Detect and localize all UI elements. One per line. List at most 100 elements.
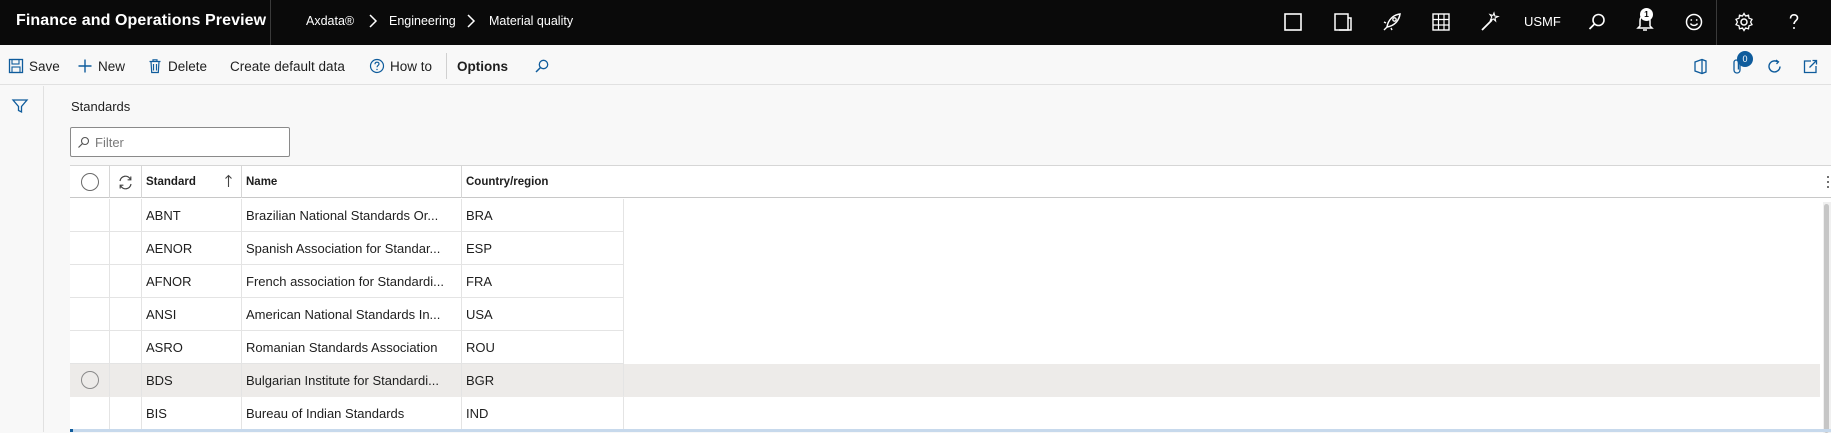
filter-search-box[interactable] [70,127,290,157]
standard-value: ASRO [146,340,183,355]
row-select-circle[interactable] [81,371,99,389]
table-row[interactable]: AFNOR French association for Standardi..… [70,265,1831,298]
save-floppy-icon [8,58,24,74]
help-circle-icon [369,58,385,74]
column-header-name[interactable]: Name [242,166,462,198]
top-navigation-bar: Finance and Operations Preview Axdata® E… [0,0,1831,45]
grid-header-row: Standard Name Country/region [70,166,1831,198]
app-title[interactable]: Finance and Operations Preview [16,12,266,30]
office-integration-icon[interactable] [1690,56,1710,76]
country-cell[interactable]: FRA [462,265,624,298]
table-row[interactable]: ABNT Brazilian National Standards Or... … [70,199,1831,232]
create-default-data-button[interactable]: Create default data [230,57,345,75]
filter-input[interactable] [95,133,285,151]
name-cell[interactable]: American National Standards In... [242,298,462,331]
standard-cell[interactable]: AFNOR [142,265,242,298]
row-select-cell[interactable] [70,397,110,430]
standard-cell[interactable]: BDS [142,364,242,397]
search-icon [535,59,549,73]
row-select-cell[interactable] [70,331,110,364]
options-tab[interactable]: Options [457,57,508,75]
standards-grid: Standard Name Country/region ABNT Brazil… [70,165,1831,433]
workspaces-icon[interactable] [1330,9,1356,35]
row-select-cell[interactable] [70,232,110,265]
section-title: Standards [71,99,131,114]
help-question-icon[interactable] [1781,9,1807,35]
name-value: Bureau of Indian Standards [246,406,405,421]
standard-cell[interactable]: AENOR [142,232,242,265]
save-button[interactable]: Save [8,57,60,75]
row-marker-cell [110,232,142,265]
country-cell[interactable]: USA [462,298,624,331]
new-button[interactable]: New [77,57,125,75]
country-cell[interactable]: ROU [462,331,624,364]
name-cell[interactable]: Spanish Association for Standar... [242,232,462,265]
how-to-button[interactable]: How to [369,57,432,75]
new-label: New [98,58,126,74]
country-cell[interactable]: IND [462,397,624,430]
gear-icon[interactable] [1731,9,1757,35]
name-value: Bulgarian Institute for Standardi... [246,373,439,388]
breadcrumb-item-engineering[interactable]: Engineering [389,14,456,28]
action-search-button[interactable] [534,57,555,75]
name-cell[interactable]: French association for Standardi... [242,265,462,298]
table-row[interactable]: AENOR Spanish Association for Standar...… [70,232,1831,265]
name-cell[interactable]: Bulgarian Institute for Standardi... [242,364,462,397]
breadcrumb-item-module-root[interactable]: Axdata® [306,14,354,28]
standard-cell[interactable]: ABNT [142,199,242,232]
row-select-cell[interactable] [70,199,110,232]
row-marker-cell [110,364,142,397]
open-new-window-icon[interactable] [1800,56,1820,76]
vertical-scrollbar-thumb[interactable] [1824,204,1829,433]
divider [1716,0,1717,45]
delete-label: Delete [168,58,208,74]
name-cell[interactable]: Romanian Standards Association [242,331,462,364]
chevron-right-icon [467,14,476,28]
delete-button[interactable]: Delete [147,57,207,75]
breadcrumb-item-material-quality[interactable]: Material quality [489,14,573,28]
smiley-feedback-icon[interactable] [1681,9,1707,35]
table-row[interactable]: ASRO Romanian Standards Association ROU [70,331,1831,364]
refresh-column-cell[interactable] [110,166,142,198]
row-marker-cell [110,265,142,298]
standard-value: BDS [146,373,173,388]
trash-icon [149,59,161,74]
country-cell[interactable]: BRA [462,199,624,232]
country-cell[interactable]: ESP [462,232,624,265]
row-select-cell[interactable] [70,364,110,397]
company-selector[interactable]: USMF [1524,14,1561,29]
row-select-cell[interactable] [70,265,110,298]
row-select-cell[interactable] [70,298,110,331]
refresh-icon[interactable] [1764,56,1784,76]
table-row[interactable]: BIS Bureau of Indian Standards IND [70,397,1831,430]
column-header-label: Name [246,176,278,188]
dashboard-square-icon[interactable] [1280,9,1306,35]
column-header-standard[interactable]: Standard [142,166,242,198]
standard-cell[interactable]: ANSI [142,298,242,331]
select-all-cell[interactable] [70,166,110,198]
name-value: Spanish Association for Standar... [246,241,441,256]
chevron-right-icon [369,14,378,28]
divider [270,0,271,45]
funnel-filter-icon[interactable] [11,97,29,115]
name-value: French association for Standardi... [246,274,444,289]
table-row-hovered[interactable]: BDS Bulgarian Institute for Standardi...… [70,364,1820,397]
more-vertical-icon[interactable] [1825,174,1831,190]
sync-refresh-icon[interactable] [117,174,134,191]
column-header-country-region[interactable]: Country/region [462,166,1831,198]
select-all-circle[interactable] [81,173,99,191]
name-cell[interactable]: Brazilian National Standards Or... [242,199,462,232]
rocket-icon[interactable] [1379,9,1405,35]
standard-cell[interactable]: ASRO [142,331,242,364]
standard-value: AENOR [146,241,193,256]
country-cell[interactable]: BGR [462,364,624,397]
grid-table-icon[interactable] [1428,9,1454,35]
row-marker-cell [110,397,142,430]
options-label: Options [457,58,508,74]
standard-cell[interactable]: BIS [142,397,242,430]
name-cell[interactable]: Bureau of Indian Standards [242,397,462,430]
sort-ascending-arrow-icon[interactable] [224,174,233,188]
table-row[interactable]: ANSI American National Standards In... U… [70,298,1831,331]
magic-wand-icon[interactable] [1476,9,1502,35]
search-icon[interactable] [1584,9,1610,35]
